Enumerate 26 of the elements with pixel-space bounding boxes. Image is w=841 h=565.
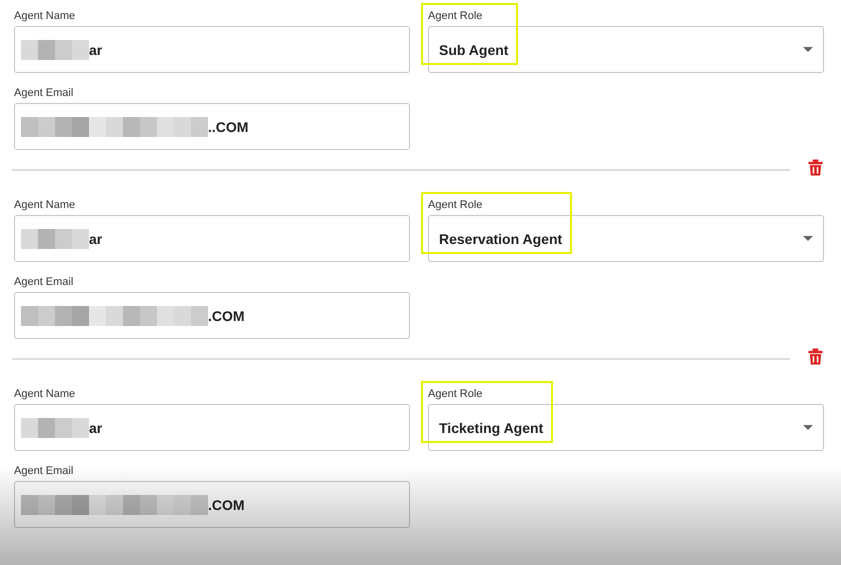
input-field[interactable]: .COM [14,481,410,528]
field-label: Agent Role [428,9,484,24]
field-label: Agent Name [14,387,76,402]
trash-icon[interactable] [808,159,823,176]
field-label: Agent Email [14,86,74,101]
select-field[interactable]: Reservation Agent [428,215,824,262]
caret-icon [803,236,813,241]
field-label: Agent Role [428,198,484,213]
trash-icon[interactable] [808,348,823,365]
field-label: Agent Name [14,9,76,24]
redaction-drawing [21,40,89,60]
select-field[interactable]: Ticketing Agent [428,404,824,451]
field-label: Agent Name [14,198,76,213]
field-label: Agent Role [428,387,484,402]
input-field[interactable]: ar [14,215,410,262]
input-field[interactable]: ar [14,26,410,73]
field-label: Agent Email [14,275,74,290]
input-field[interactable]: ar [14,404,410,451]
redaction-drawing [21,418,89,438]
caret-icon [803,47,813,52]
caret-icon [803,425,813,430]
field-label: Agent Email [14,464,74,479]
input-field[interactable]: .COM [14,292,410,339]
input-field[interactable]: ..COM [14,103,410,150]
redaction-drawing [21,228,89,248]
select-field[interactable]: Sub Agent [428,26,824,73]
